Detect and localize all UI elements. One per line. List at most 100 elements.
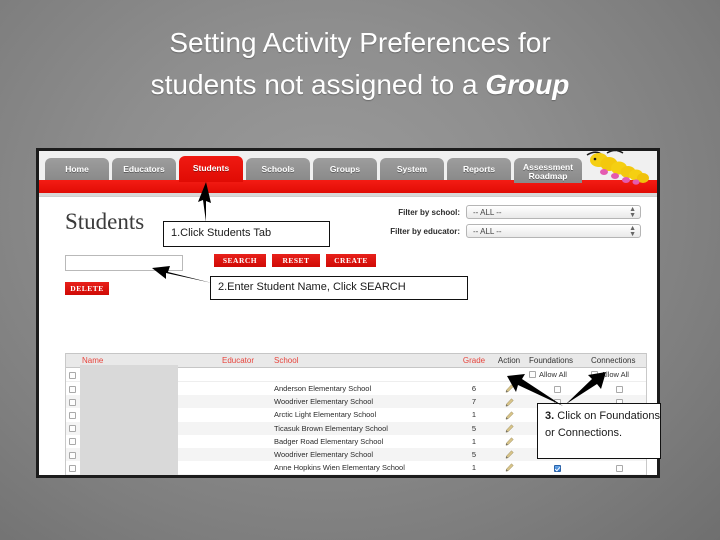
nav-tab-students[interactable]: Students xyxy=(179,156,243,182)
row-grade-cell: 1 xyxy=(456,408,492,422)
students-page-title: Students xyxy=(65,209,145,234)
row-select-checkbox[interactable] xyxy=(69,438,76,446)
row-action-cell xyxy=(492,421,526,435)
allow-all-school-cell xyxy=(271,367,456,382)
page-title-heading: Setting Activity Preferences for student… xyxy=(40,22,680,106)
allow-all-foundations-checkbox[interactable] xyxy=(529,371,536,378)
row-select-cell xyxy=(66,447,79,462)
row-educator-cell xyxy=(219,381,271,396)
nav-tab-groups-label: Groups xyxy=(329,163,361,174)
row-educator-cell xyxy=(219,408,271,422)
callout-step-2-text: 2.Enter Student Name, Click SEARCH xyxy=(218,281,406,293)
filter-by-educator-label: Filter by educator: xyxy=(390,226,460,236)
delete-button[interactable]: DELETE xyxy=(65,282,109,295)
search-input[interactable] xyxy=(65,255,183,271)
filter-by-school-label: Filter by school: xyxy=(398,207,460,217)
allow-all-educator-cell xyxy=(219,367,271,382)
th-school[interactable]: School xyxy=(271,353,456,368)
search-button[interactable]: SEARCH xyxy=(214,254,266,267)
filter-by-educator-select[interactable]: -- ALL -- ▲ ▼ xyxy=(466,224,641,238)
row-school-cell: Ticasuk Brown Elementary School xyxy=(271,421,456,435)
row-foundations-checkbox[interactable] xyxy=(553,385,561,393)
nav-tab-reports[interactable]: Reports xyxy=(447,158,511,180)
row-foundations-checkbox[interactable] xyxy=(553,464,561,472)
page-header: Students Filter by school: -- ALL -- ▲ ▼ … xyxy=(39,197,657,255)
nav-tab-reports-label: Reports xyxy=(462,163,496,174)
th-grade[interactable]: Grade xyxy=(456,353,492,368)
row-foundations-cell xyxy=(526,474,588,475)
callout-step-3-text: Click on Foundations or Connections. xyxy=(545,410,660,439)
nav-tab-educators[interactable]: Educators xyxy=(112,158,176,180)
row-select-checkbox[interactable] xyxy=(69,385,76,393)
row-action-cell xyxy=(492,381,526,396)
title-line-2-prefix: students not assigned to a xyxy=(150,69,486,100)
row-educator-cell xyxy=(219,421,271,435)
create-button[interactable]: CREATE xyxy=(326,254,376,267)
edit-pencil-icon[interactable] xyxy=(505,437,514,446)
row-action-cell xyxy=(492,461,526,475)
allow-all-connections-label: Allow All xyxy=(601,370,629,379)
filter-by-educator-value: -- ALL -- xyxy=(473,226,502,236)
name-column-redaction-block xyxy=(80,365,178,475)
row-school-cell: Woodriver Elementary School xyxy=(271,395,456,409)
allow-all-connections-checkbox[interactable] xyxy=(591,371,598,378)
row-select-checkbox[interactable] xyxy=(69,411,76,419)
row-educator-cell xyxy=(219,434,271,448)
row-select-cell xyxy=(66,474,79,475)
row-action-cell xyxy=(492,408,526,422)
edit-pencil-icon[interactable] xyxy=(505,411,514,420)
nav-tab-home-label: Home xyxy=(65,163,89,174)
stepper-icon: ▲ ▼ xyxy=(629,206,636,219)
row-grade-cell: 5 xyxy=(456,447,492,462)
nav-tab-assessment-roadmap-label-2: Roadmap xyxy=(528,171,568,181)
row-grade-cell: 6 xyxy=(456,474,492,475)
select-all-checkbox[interactable] xyxy=(69,371,76,379)
row-select-cell xyxy=(66,421,79,435)
row-connections-checkbox[interactable] xyxy=(615,464,623,472)
row-school-cell: Woodriver Elementary School xyxy=(271,447,456,462)
nav-tab-system[interactable]: System xyxy=(380,158,444,180)
th-connections: Connections xyxy=(588,353,646,368)
title-emphasis-group: Group xyxy=(485,69,570,100)
row-select-cell xyxy=(66,434,79,448)
callout-step-1-text: 1.Click Students Tab xyxy=(171,227,272,239)
nav-tab-assessment-roadmap[interactable]: Assessment Roadmap xyxy=(514,158,583,183)
edit-pencil-icon[interactable] xyxy=(505,463,514,472)
nav-tab-list: Home Educators Students Schools Groups S… xyxy=(45,156,583,183)
row-grade-cell: 7 xyxy=(456,395,492,409)
nav-tab-educators-label: Educators xyxy=(123,163,165,174)
stepper-icon: ▲ ▼ xyxy=(629,225,636,238)
row-connections-checkbox[interactable] xyxy=(615,385,623,393)
allow-all-foundations-label: Allow All xyxy=(539,370,567,379)
nav-tab-schools[interactable]: Schools xyxy=(246,158,310,180)
edit-pencil-icon[interactable] xyxy=(505,424,514,433)
row-select-checkbox[interactable] xyxy=(69,398,76,406)
th-select xyxy=(66,353,79,368)
row-select-checkbox[interactable] xyxy=(69,425,76,433)
bee-mascot-icon xyxy=(586,151,649,185)
edit-pencil-icon[interactable] xyxy=(505,397,514,407)
nav-tab-schools-label: Schools xyxy=(261,163,295,174)
row-action-cell xyxy=(492,447,526,462)
row-school-cell: Anderson Elementary School xyxy=(271,381,456,396)
nav-tab-home[interactable]: Home xyxy=(45,158,109,180)
th-educator[interactable]: Educator xyxy=(219,353,271,368)
edit-pencil-icon[interactable] xyxy=(505,450,514,459)
allow-all-foundations-cell: Allow All xyxy=(526,367,588,382)
row-grade-cell: 6 xyxy=(456,381,492,396)
row-action-cell xyxy=(492,395,526,409)
allow-all-connections-cell: Allow All xyxy=(588,367,646,382)
row-grade-cell: 1 xyxy=(456,461,492,475)
title-line-2: students not assigned to a Group xyxy=(40,64,680,106)
row-select-cell xyxy=(66,395,79,409)
reset-button[interactable]: RESET xyxy=(272,254,320,267)
callout-step-1: 1.Click Students Tab xyxy=(163,221,330,247)
edit-pencil-icon[interactable] xyxy=(505,384,514,393)
row-select-checkbox[interactable] xyxy=(69,451,76,459)
row-action-cell xyxy=(492,434,526,448)
filter-by-school-value: -- ALL -- xyxy=(473,207,502,217)
nav-tab-groups[interactable]: Groups xyxy=(313,158,377,180)
row-select-checkbox[interactable] xyxy=(69,464,76,472)
allow-all-grade-cell xyxy=(456,367,492,382)
filter-by-school-select[interactable]: -- ALL -- ▲ ▼ xyxy=(466,205,641,219)
